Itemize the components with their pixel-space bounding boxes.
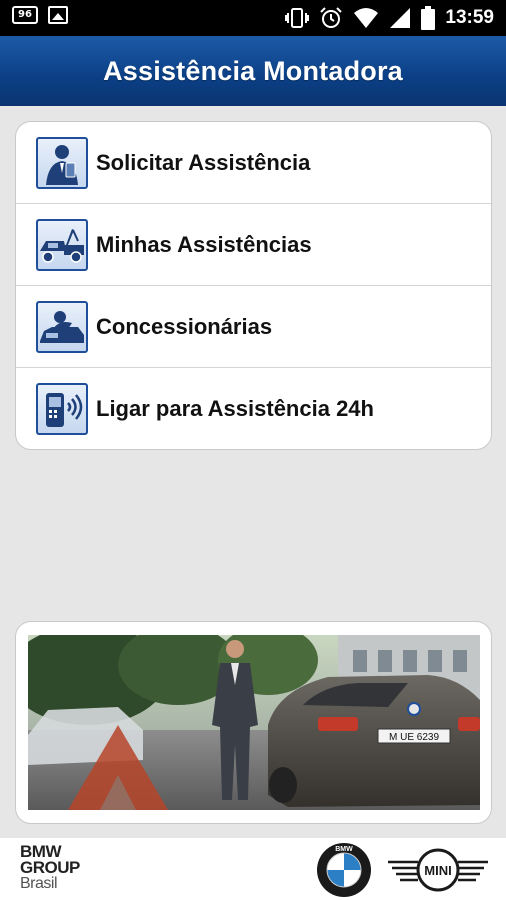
banner-card: M UE 6239 [15,621,492,824]
bmw-logo-text: BMW [335,846,353,853]
bmw-logo: BMW [317,843,371,897]
bmw-group-line3: Brasil [20,875,58,892]
app-header: Assistência Montadora [0,36,506,106]
wifi-icon [354,8,379,28]
menu-item-label: Minhas Assistências [96,231,312,257]
phone-call-icon [36,383,88,435]
bmw-group-brasil-logo: BMW GROUP Brasil [20,843,80,892]
man-with-phone-icon [36,136,88,189]
mini-logo-text: MINI [424,863,451,878]
menu-item-minhas-assistencias[interactable]: Minhas Assistências [16,204,491,286]
menu-item-concessionarias[interactable]: Concessionárias [16,286,491,368]
menu-item-label: Concessionárias [96,313,273,339]
menu-item-solicitar-assistencia[interactable]: Solicitar Assistência [16,122,491,204]
signal-icon [390,8,411,28]
car-service-icon [36,300,88,353]
footer: BMW GROUP Brasil BMW MINI [0,838,506,900]
bmw-group-line2: GROUP [20,858,80,877]
menu-item-label: Solicitar Assistência [96,149,311,175]
status-bar: 96 13:59 [0,0,506,36]
license-plate: M UE 6239 [389,732,439,743]
vibrate-icon [285,8,310,28]
image-icon [48,6,68,24]
battery-icon [421,6,436,30]
menu-item-ligar-assistencia-24h[interactable]: Ligar para Assistência 24h [16,368,491,449]
main-menu: Solicitar Assistência Minhas Assistência… [15,121,492,450]
banner-image[interactable]: M UE 6239 [28,635,480,810]
menu-item-label: Ligar para Assistência 24h [96,396,374,421]
sim-card-icon: 96 [12,6,38,24]
mini-logo: MINI [388,848,488,892]
clock: 13:59 [445,7,494,28]
tow-truck-icon [36,218,88,271]
alarm-icon [320,7,343,28]
page-title: Assistência Montadora [103,55,403,86]
